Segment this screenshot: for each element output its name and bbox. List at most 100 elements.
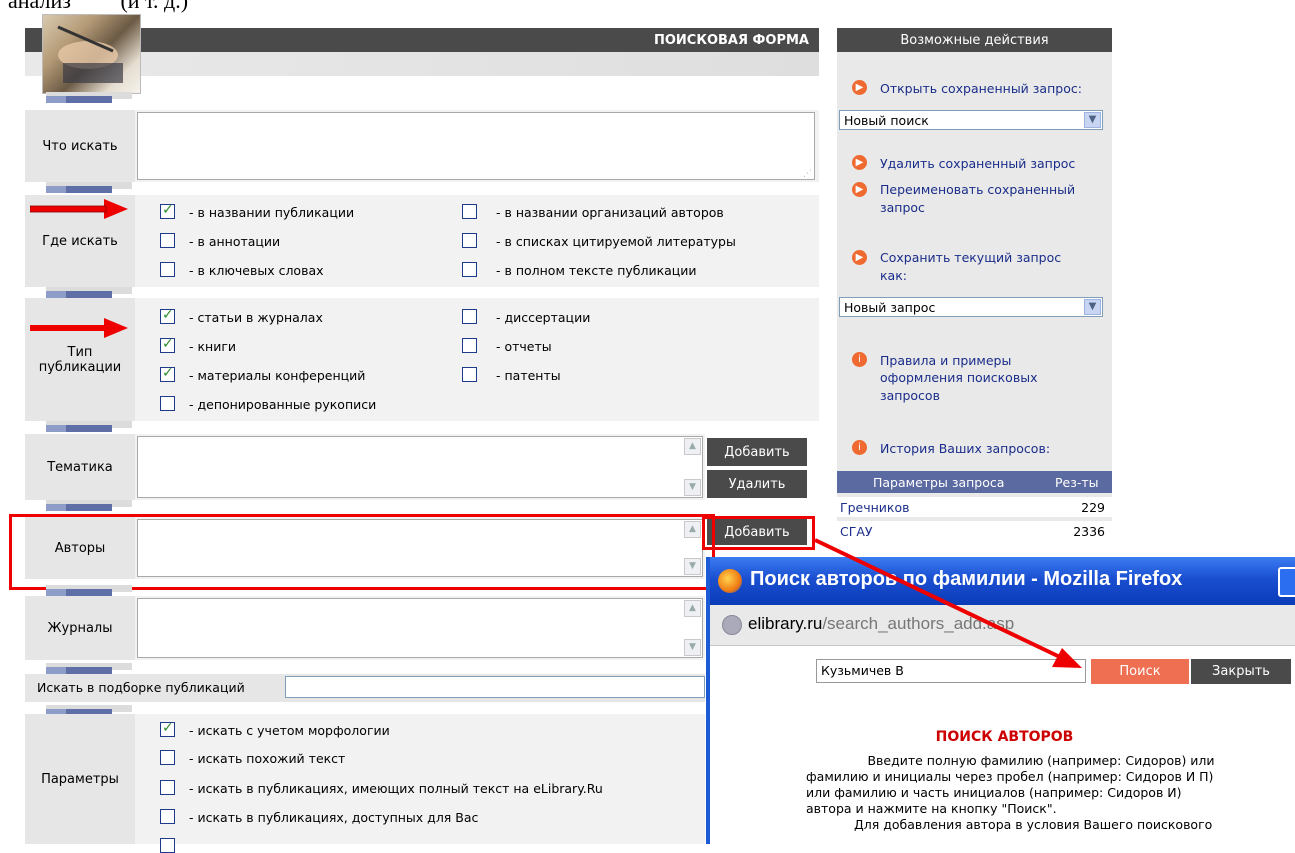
journals-listbox[interactable]: ▲ ▼ [137,598,703,658]
checkbox-param-similar[interactable] [160,750,175,765]
sidebar-header: Возможные действия [837,28,1112,52]
checkbox-where-fulltext[interactable] [462,262,477,277]
checkbox-where-abstract[interactable] [160,233,175,248]
chevron-down-icon[interactable]: ▼ [1084,112,1101,128]
popup-title: Поиск авторов по фамилии - Mozilla Firef… [750,568,1183,590]
sidebar [837,28,1112,538]
button-label: Добавить [724,444,790,460]
open-saved-link[interactable]: Открыть сохраненный запрос: [880,81,1082,96]
checkbox-type-journals[interactable] [160,307,175,324]
checkbox-where-references[interactable] [462,233,477,248]
rename-saved-link-line2[interactable]: запрос [880,200,925,215]
rules-link-line2[interactable]: оформления поисковых [880,370,1037,385]
where-label-text: Где искать [42,233,118,249]
option-label: - в полном тексте публикации [496,263,697,278]
type-label-line2: публикации [38,359,122,375]
play-icon: ▶ [852,80,867,95]
checkbox-param-morphology[interactable] [160,720,175,737]
checkbox-type-deposited[interactable] [160,396,175,411]
instruction-line: Для добавления автора в условия Вашего п… [854,817,1213,832]
checkbox-type-patents[interactable] [462,367,477,382]
history-col-params: Параметры запроса [873,475,1005,490]
info-icon: i [852,440,867,455]
history-results: 229 [1081,500,1105,515]
delete-saved-link[interactable]: Удалить сохраненный запрос [880,156,1075,171]
history-query[interactable]: Гречников [840,500,910,515]
checkbox-param-available[interactable] [160,809,175,824]
close-button[interactable]: Закрыть [1191,659,1291,684]
option-label: - в названии организаций авторов [496,205,724,220]
rules-link[interactable]: Правила и примеры [880,353,1011,368]
url-path: /search_authors_add.asp [822,614,1015,633]
params-label-text: Параметры [41,771,119,787]
scroll-down-icon[interactable]: ▼ [684,639,701,656]
collection-label: Искать в подборке публикаций [37,680,245,695]
select-value: Новый запрос [844,300,936,315]
topic-listbox[interactable]: ▲ ▼ [137,436,703,498]
scroll-down-icon[interactable]: ▼ [684,479,701,496]
checkbox-type-reports[interactable] [462,338,477,353]
button-label: Удалить [728,476,786,492]
author-search-input[interactable]: Кузьмичев В [816,659,1086,683]
new-query-select[interactable]: Новый запрос ▼ [839,297,1103,317]
url-text[interactable]: elibrary.ru/search_authors_add.asp [748,614,1014,634]
params-label: Параметры [25,714,135,844]
save-current-link[interactable]: Сохранить текущий запрос [880,250,1061,265]
checkbox-type-books[interactable] [160,336,175,353]
search-button[interactable]: Поиск [1091,659,1189,684]
option-label: - статьи в журналах [189,310,323,325]
save-current-link-line2[interactable]: как: [880,268,907,283]
table-row[interactable]: Гречников 229 [837,497,1112,517]
history-query[interactable]: СГАУ [840,524,873,539]
option-label: - диссертации [496,310,591,325]
topic-label-text: Тематика [47,459,113,475]
collection-select[interactable] [285,676,705,698]
checkbox-where-keywords[interactable] [160,262,175,277]
checkbox-param-fulltext[interactable] [160,780,175,795]
saved-query-select[interactable]: Новый поиск ▼ [839,110,1103,130]
checkbox-type-dissertations[interactable] [462,309,477,324]
form-header: ПОИСКОВАЯ ФОРМА [25,28,819,52]
history-link[interactable]: История Ваших запросов: [880,441,1050,456]
annotation-arrow-right-icon [30,318,128,338]
form-title: ПОИСКОВАЯ ФОРМА [653,33,809,48]
section-tab-marker [46,705,132,716]
checkbox-where-orgs[interactable] [462,204,477,219]
option-label: - книги [189,339,237,354]
section-tab-marker [46,585,132,596]
type-label-line1: Тип [67,344,93,360]
checkbox-where-title[interactable] [160,202,175,219]
minimize-button[interactable] [1278,567,1295,597]
checkbox-param-extra[interactable] [160,838,175,853]
section-tab-marker [46,663,132,674]
button-label: Закрыть [1212,664,1270,679]
rename-saved-link[interactable]: Переименовать сохраненный [880,182,1075,197]
table-row[interactable]: СГАУ 2336 [837,521,1112,541]
option-label: - в ключевых словах [189,263,324,278]
what-textarea[interactable]: ⋰ [137,112,815,180]
select-value: Новый поиск [844,113,929,128]
annotation-highlight-add [702,516,815,550]
scroll-up-icon[interactable]: ▲ [684,438,701,455]
section-tab-marker [46,421,132,432]
checkbox-type-conferences[interactable] [160,365,175,382]
rules-link-line3[interactable]: запросов [880,388,940,403]
chevron-down-icon[interactable]: ▼ [1084,299,1101,315]
form-header-stripe [25,52,819,76]
play-icon: ▶ [852,250,867,265]
topic-add-button[interactable]: Добавить [707,438,807,466]
resize-grip-icon: ⋰ [803,169,812,179]
play-icon: ▶ [852,155,867,170]
popup-instructions: Введите полную фамилию (например: Сидоро… [806,753,1276,833]
option-label: - материалы конференций [189,368,366,383]
scroll-up-icon[interactable]: ▲ [684,600,701,617]
globe-icon [722,615,742,635]
history-table-header: Параметры запроса Рез-ты [837,471,1112,493]
option-label: - искать похожий текст [189,751,346,766]
header-photo [42,14,141,94]
url-host: elibrary.ru [748,614,823,633]
topic-delete-button[interactable]: Удалить [707,470,807,498]
sidebar-title: Возможные действия [900,32,1049,48]
firefox-icon [718,569,742,593]
what-label: Что искать [25,110,135,182]
